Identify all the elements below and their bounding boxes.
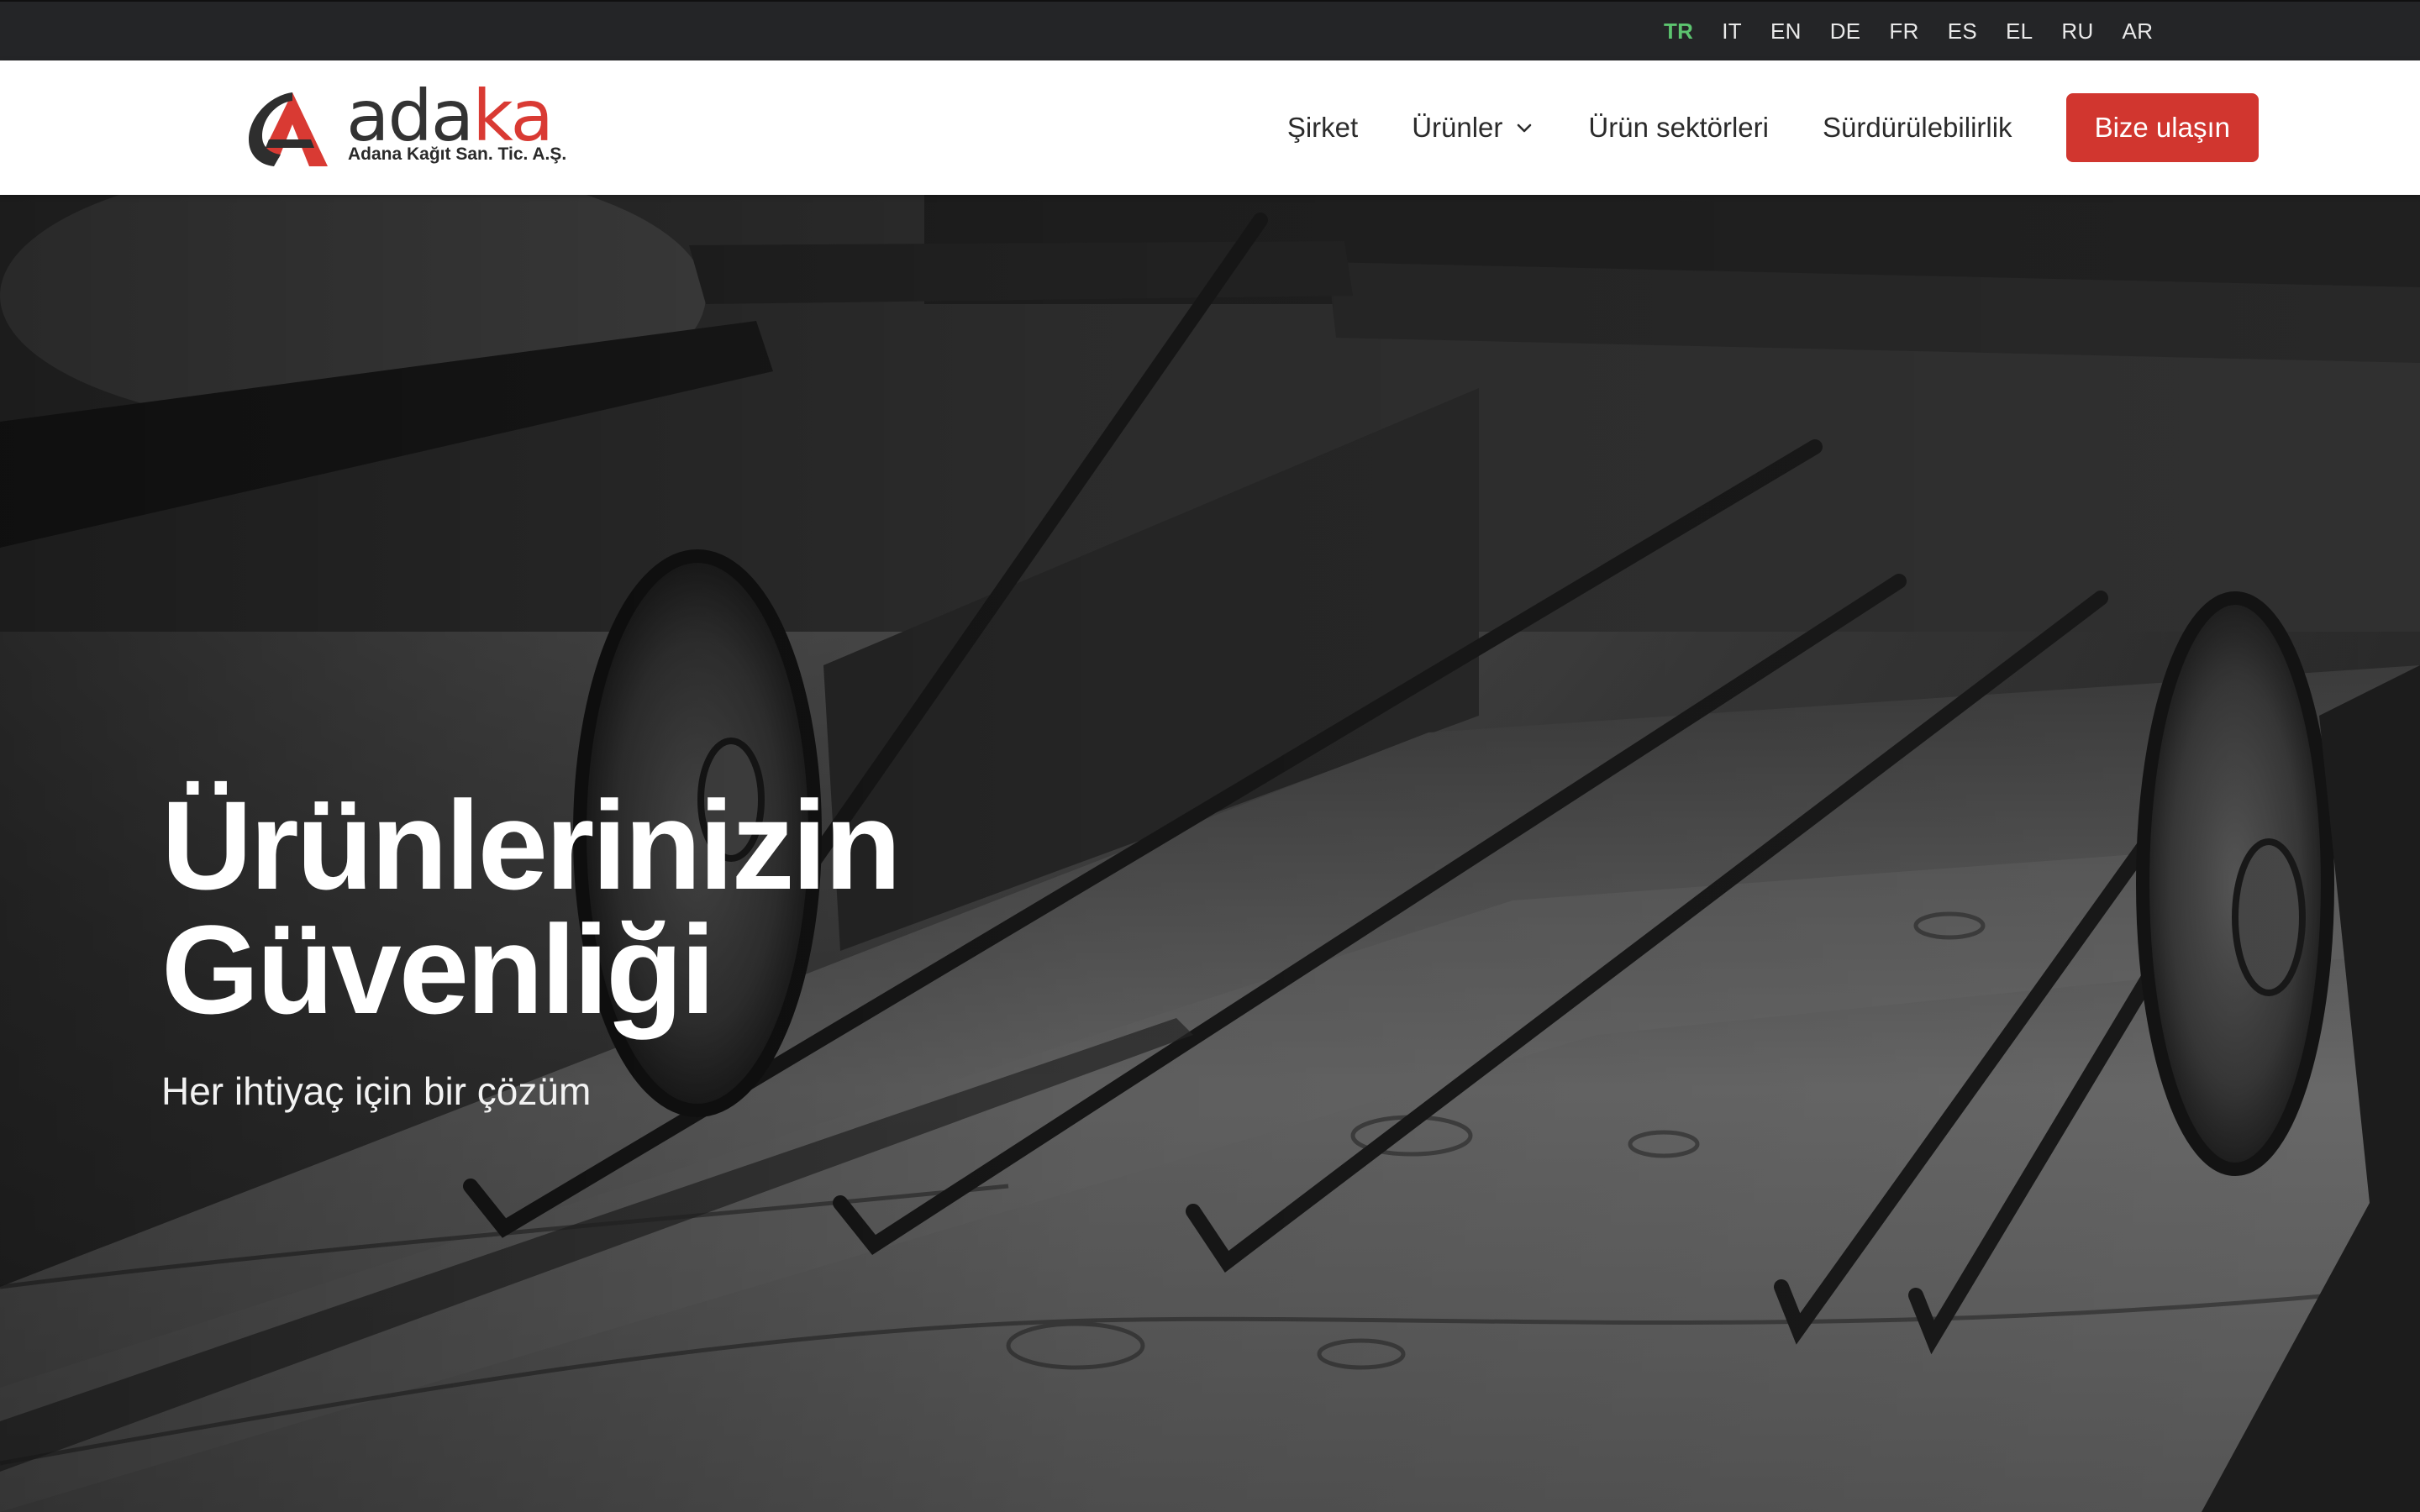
language-bar: TR IT EN DE FR ES EL RU AR [0, 0, 2420, 60]
lang-it[interactable]: IT [1722, 18, 1742, 45]
logo-tagline: Adana Kağıt San. Tic. A.Ş. [348, 144, 567, 164]
lang-fr[interactable]: FR [1889, 18, 1918, 45]
nav-item-company[interactable]: Şirket [1287, 112, 1358, 144]
main-nav: Şirket Ürünler Ürün sektörleri Sürdürüle… [1287, 60, 2420, 195]
contact-us-button[interactable]: Bize ulaşın [2065, 93, 2259, 162]
hero-subtitle: Her ihtiyaç için bir çözüm [161, 1069, 592, 1113]
nav-item-label: Ürünler [1412, 112, 1503, 143]
lang-el[interactable]: EL [2006, 18, 2033, 45]
nav-item-sustainability[interactable]: Sürdürülebilirlik [1823, 112, 2012, 144]
lang-en[interactable]: EN [1770, 18, 1802, 45]
lang-ar[interactable]: AR [2123, 18, 2154, 45]
nav-item-label: Sürdürülebilirlik [1822, 112, 2012, 143]
nav-item-products[interactable]: Ürünler [1412, 112, 1534, 144]
logo-a-mark-icon [249, 92, 328, 166]
nav-item-label: Şirket [1286, 112, 1359, 143]
lang-tr[interactable]: TR [1664, 18, 1693, 45]
logo-wordmark: adaka [346, 81, 554, 151]
nav-item-label: Ürün sektörleri [1588, 112, 1769, 143]
hero-title: Ürünlerinizin Güvenliği [161, 774, 1170, 1040]
hero-section: Ürünlerinizin Güvenliği Her ihtiyaç için… [0, 195, 2420, 1512]
language-list: TR IT EN DE FR ES EL RU AR [1664, 2, 2181, 60]
hero-title-line1: Ürünlerinizin [161, 774, 902, 916]
site-header: adaka Adana Kağıt San. Tic. A.Ş. Şirket … [0, 60, 2420, 195]
lang-de[interactable]: DE [1830, 18, 1861, 45]
lang-ru[interactable]: RU [2061, 18, 2093, 45]
hero-title-line2: Güvenliği [161, 899, 715, 1040]
brand-logo[interactable]: adaka Adana Kağıt San. Tic. A.Ş. [244, 81, 567, 173]
nav-item-product-sectors[interactable]: Ürün sektörleri [1588, 112, 1769, 144]
lang-es[interactable]: ES [1948, 18, 1977, 45]
chevron-down-icon [1518, 123, 1532, 133]
